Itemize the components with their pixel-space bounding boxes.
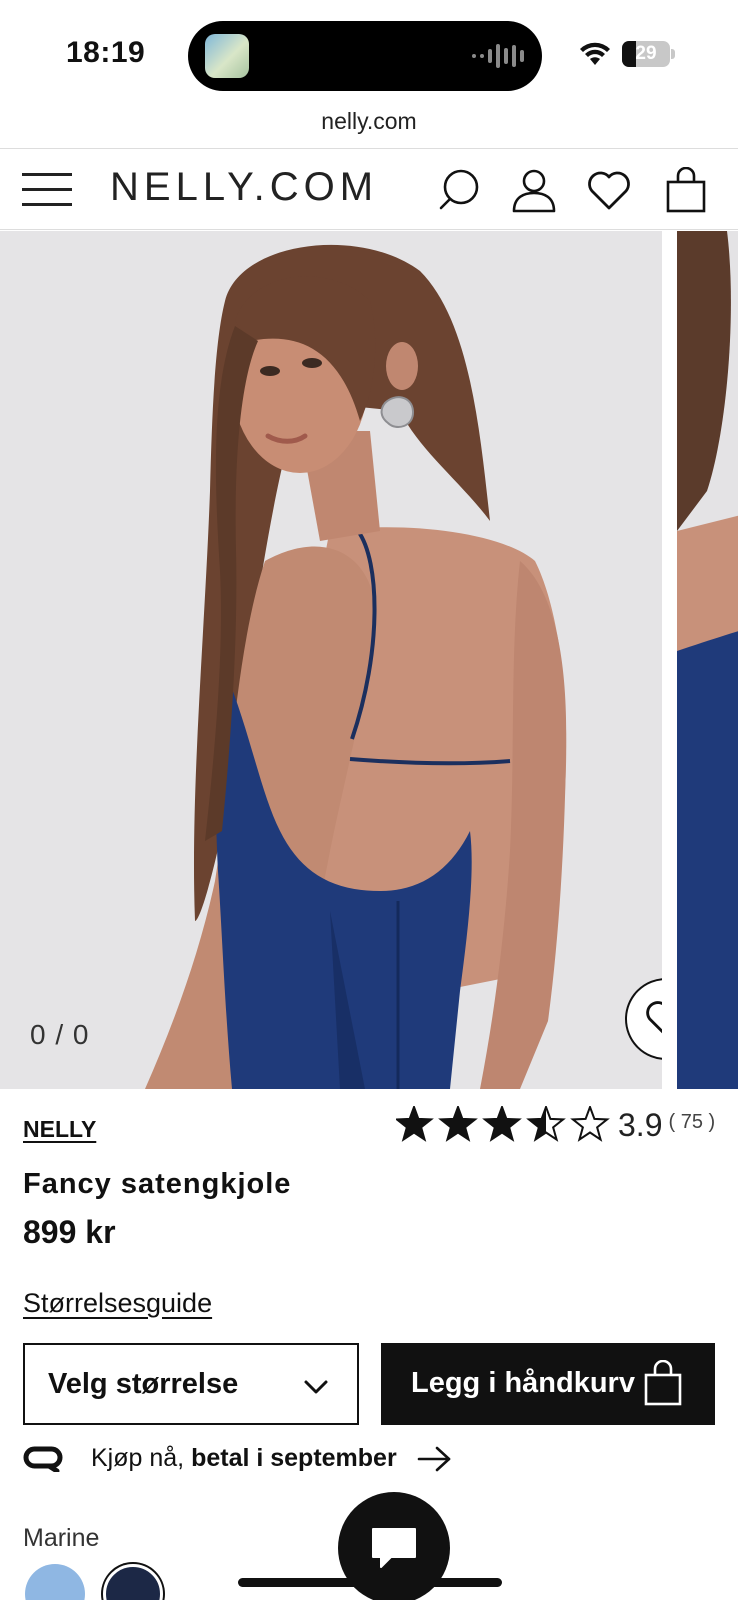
add-to-cart-label: Legg i håndkurv (411, 1367, 635, 1399)
rating-score: 3.9 (618, 1106, 663, 1143)
image-counter: 0 / 0 (30, 1019, 90, 1050)
color-swatch-marine[interactable] (103, 1564, 163, 1600)
menu-icon[interactable] (22, 169, 74, 209)
size-guide-link[interactable]: Størrelsesguide (23, 1288, 212, 1319)
klarna-text-prefix: Kjøp nå, (91, 1444, 192, 1472)
next-product-image[interactable] (677, 231, 738, 1089)
site-logo[interactable]: NELLY.COM (110, 165, 378, 210)
add-to-cart-button[interactable]: Legg i håndkurv (381, 1343, 715, 1425)
status-bar: 18:19 29 nelly.com (0, 0, 738, 134)
wifi-icon (580, 42, 610, 65)
model-photo-next (677, 231, 738, 1089)
audio-waveform-icon (472, 43, 524, 69)
battery-level: 29 (635, 43, 657, 64)
product-rating[interactable]: 3.9 ( 75 ) (396, 1106, 715, 1144)
shopping-bag-icon (644, 1360, 682, 1406)
klarna-text: Kjøp nå, betal i september (91, 1444, 397, 1473)
klarna-logo-icon (23, 1446, 63, 1472)
heart-icon (646, 1001, 662, 1034)
product-gallery[interactable]: 0 / 0 (0, 231, 738, 1089)
status-time: 18:19 (66, 36, 146, 69)
color-swatch-light-blue[interactable] (25, 1564, 85, 1600)
size-select-label: Velg størrelse (48, 1368, 239, 1400)
now-playing-artwork (205, 34, 249, 78)
star-fill-2 (440, 1107, 476, 1140)
product-price: 899 kr (23, 1214, 116, 1250)
address-bar-url[interactable]: nelly.com (0, 108, 738, 135)
site-header: NELLY.COM (0, 148, 738, 230)
account-icon[interactable] (511, 167, 557, 213)
battery-icon: 29 (622, 41, 670, 67)
home-indicator (238, 1578, 502, 1587)
arrow-right-icon (417, 1446, 451, 1471)
chat-bubble-icon (372, 1528, 416, 1568)
klarna-pay-later-link[interactable]: Kjøp nå, betal i september (23, 1444, 483, 1473)
star-fill-3 (484, 1107, 520, 1140)
brand-link[interactable]: NELLY (23, 1116, 96, 1143)
size-select[interactable]: Velg størrelse (23, 1343, 359, 1425)
battery-tip (671, 49, 675, 59)
cart-icon[interactable] (663, 167, 709, 213)
wishlist-icon[interactable] (586, 167, 632, 213)
klarna-text-bold: betal i september (191, 1444, 397, 1472)
color-label: Marine (23, 1524, 100, 1552)
rating-stars (396, 1106, 610, 1142)
star-fill-1 (396, 1107, 432, 1140)
star-outline-5 (570, 1106, 610, 1142)
product-image[interactable]: 0 / 0 (0, 231, 662, 1089)
product-title: Fancy satengkjole (23, 1168, 292, 1200)
rating-count: ( 75 ) (668, 1110, 716, 1133)
model-photo (0, 231, 662, 1089)
search-icon[interactable] (436, 167, 482, 213)
dynamic-island[interactable] (188, 21, 542, 91)
chevron-down-icon (304, 1380, 328, 1394)
